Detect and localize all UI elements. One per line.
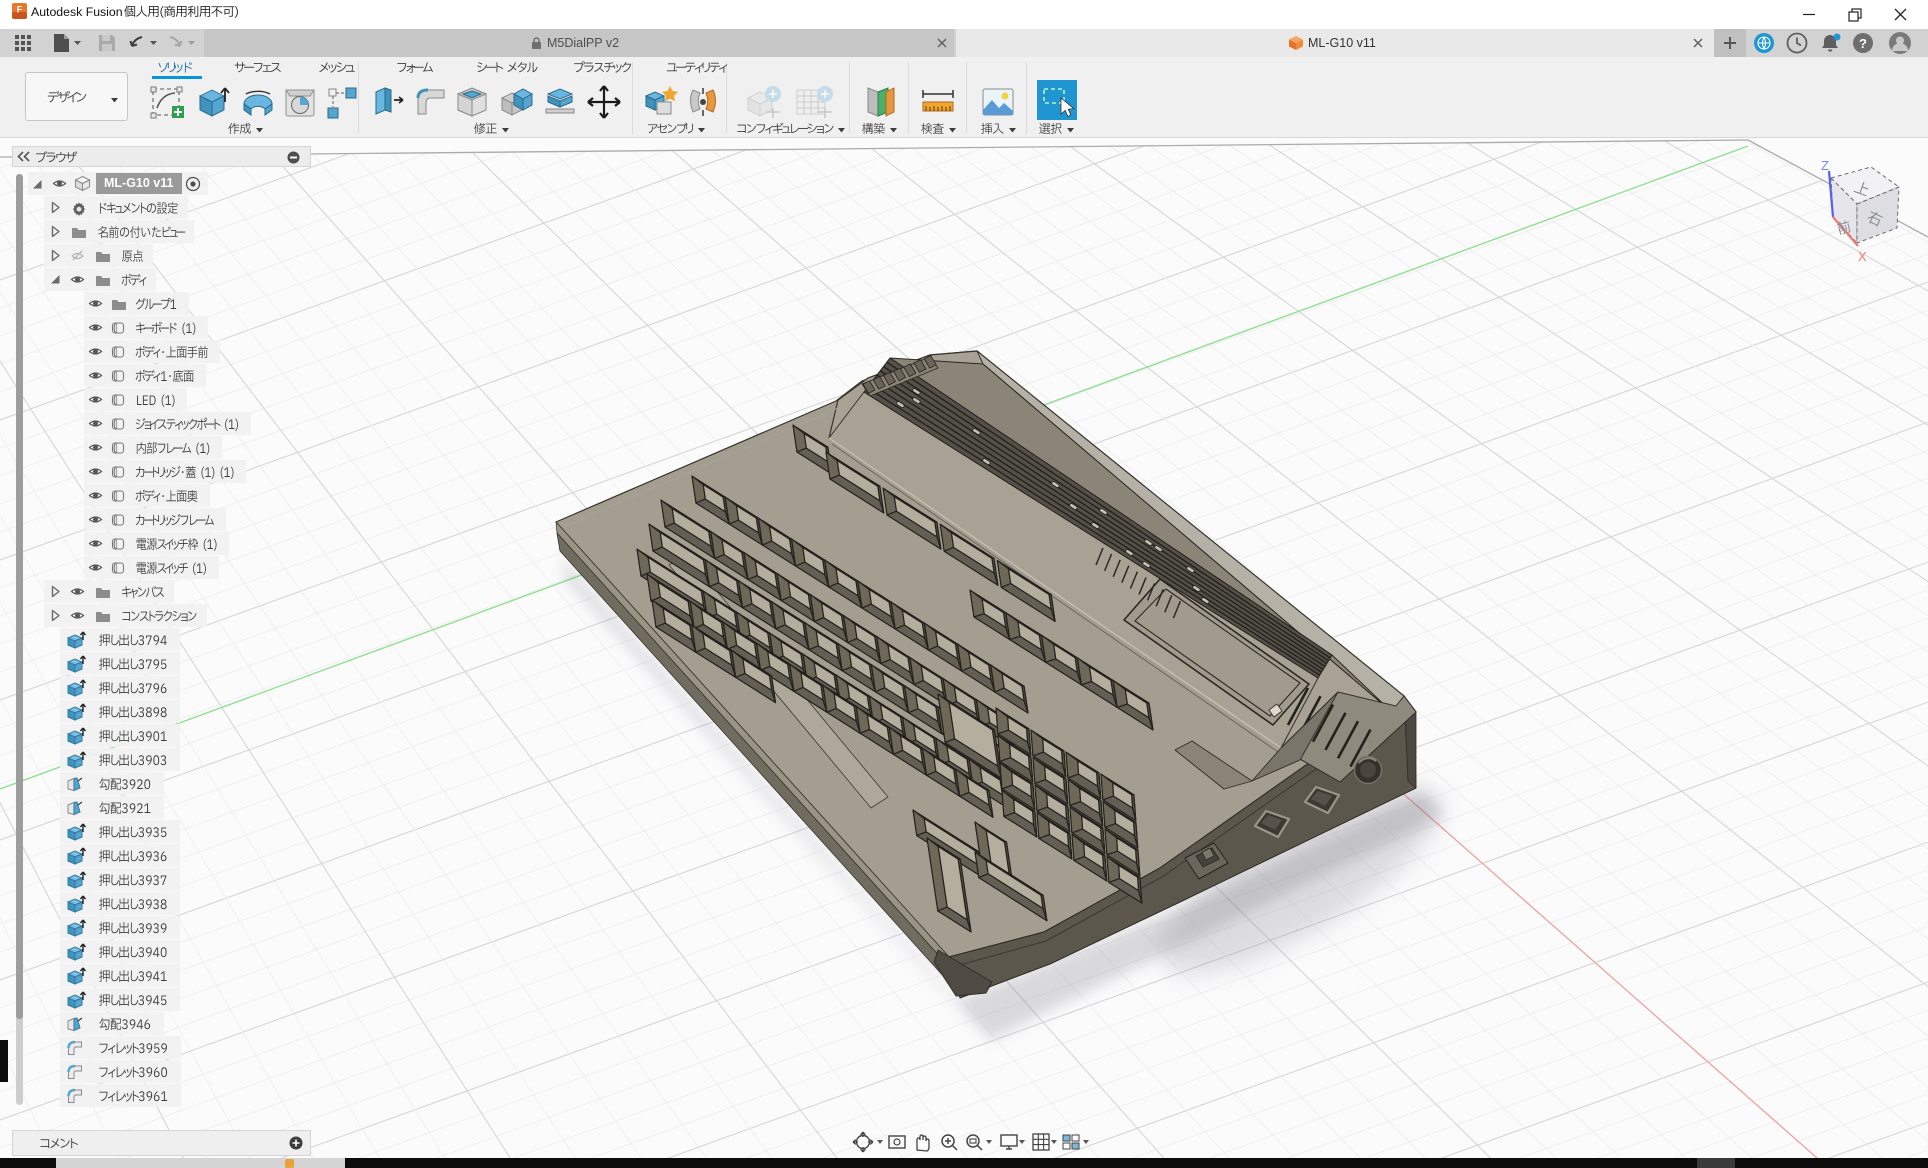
- svg-text:Z: Z: [1821, 158, 1829, 173]
- svg-text:?: ?: [1859, 36, 1867, 51]
- svg-text:F: F: [17, 5, 23, 15]
- svg-text:X: X: [1858, 249, 1867, 264]
